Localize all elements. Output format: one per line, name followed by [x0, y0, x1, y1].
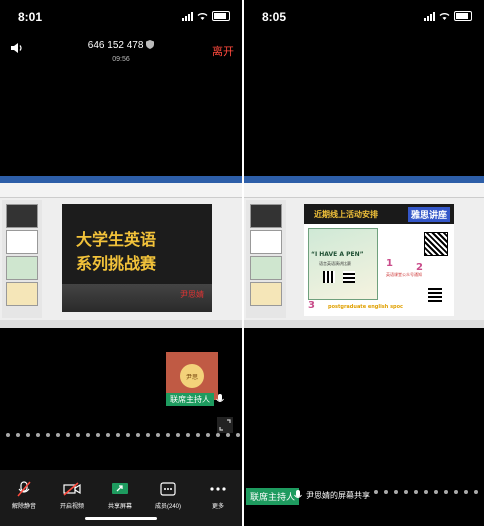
signal-icon	[182, 11, 193, 21]
wifi-icon	[439, 12, 450, 20]
slide-thumbnails	[2, 200, 42, 318]
mic-icon	[216, 394, 224, 402]
ppt-ribbon	[0, 183, 242, 198]
unmute-button[interactable]: 解除静音	[0, 480, 48, 510]
event-poster: “I HAVE A PEN” 语言英语演讲比赛	[308, 228, 378, 300]
ppt-statusbar	[244, 320, 484, 328]
fullscreen-icon[interactable]	[217, 417, 233, 433]
shared-screen: 大学生英语 系列挑战赛 尹思婧	[0, 176, 242, 328]
more-icon	[210, 487, 226, 491]
start-video-button[interactable]: 开启视频	[48, 480, 96, 510]
members-label: 成员(240)	[154, 504, 181, 510]
screen-share-label: 尹思婧的屏幕共享	[306, 491, 370, 500]
qr-note: 英语课堂公众号通知	[386, 272, 422, 277]
status-icons	[424, 11, 472, 21]
share-screen-button[interactable]: 共享屏幕	[96, 480, 144, 510]
ppt-ribbon	[244, 183, 484, 198]
status-time: 8:01	[18, 10, 43, 24]
poster-qr-1	[323, 271, 335, 283]
spoc-qr	[428, 288, 442, 302]
meeting-duration: 09:56	[112, 56, 130, 63]
thumbnail	[6, 282, 38, 306]
thumbnail	[6, 230, 38, 254]
more-label: 更多	[211, 504, 224, 510]
slide: 近期线上活动安排 雅思讲座 “I HAVE A PEN” 语言英语演讲比赛 1 …	[304, 204, 454, 316]
meeting-id-text: 646 152 478	[87, 40, 144, 51]
thumbnail	[250, 282, 282, 306]
status-time: 8:05	[262, 10, 287, 24]
page-indicator	[6, 433, 240, 437]
lecture-badge: 雅思讲座	[407, 207, 450, 222]
avatar: 尹思	[180, 364, 204, 388]
slide-thumbnails	[246, 200, 286, 318]
members-icon	[160, 482, 176, 496]
host-badge: 联席主持人	[246, 488, 300, 505]
page-indicator	[374, 490, 484, 494]
battery-icon	[454, 11, 472, 21]
thumbnail	[250, 256, 282, 280]
share-screen-icon	[112, 483, 128, 494]
thumbnail	[6, 256, 38, 280]
battery-icon	[212, 11, 230, 21]
event-title: “I HAVE A PEN”	[311, 251, 364, 258]
slide-presenter: 尹思婧	[180, 290, 204, 299]
unmute-label: 解除静音	[11, 504, 36, 510]
signal-icon	[424, 11, 435, 21]
ppt-titlebar	[244, 176, 484, 183]
wifi-icon	[197, 12, 208, 20]
mic-muted-icon	[17, 481, 31, 497]
poster-qr-2	[343, 271, 355, 283]
members-button[interactable]: 成员(240)	[144, 480, 192, 510]
shared-screen: 近期线上活动安排 雅思讲座 “I HAVE A PEN” 语言英语演讲比赛 1 …	[244, 176, 484, 328]
shield-icon	[146, 40, 155, 49]
meeting-toolbar: 解除静音 开启视频 共享屏幕 成员(240) 更多	[0, 470, 242, 526]
slide-title-line1: 大学生英语	[76, 230, 157, 249]
number-3: 3	[308, 300, 315, 311]
start-video-label: 开启视频	[59, 504, 84, 510]
number-1: 1	[386, 258, 393, 269]
status-icons	[182, 11, 230, 21]
video-off-icon	[63, 482, 81, 496]
postgrad-label: postgraduate english spoc	[328, 304, 404, 310]
right-phone-screen: 8:05 近期线上活动安排 雅思讲座 “I HAVE A PEN” 语言英语演讲…	[244, 0, 484, 526]
event-subtitle: 语言英语演讲比赛	[319, 261, 351, 266]
home-indicator	[85, 517, 157, 520]
meeting-id: 646 152 478	[0, 40, 242, 51]
leave-button[interactable]: 离开	[212, 43, 234, 59]
thumbnail	[250, 230, 282, 254]
left-phone-screen: 8:01 646 152 478 09:56 离开 大学生英语 系列挑战赛 尹思…	[0, 0, 242, 526]
qr-code	[424, 232, 448, 256]
ppt-statusbar	[0, 320, 242, 328]
slide-heading: 近期线上活动安排	[314, 209, 378, 219]
avatar-text: 尹思	[185, 373, 198, 381]
thumbnail	[250, 204, 282, 228]
thumbnail	[6, 204, 38, 228]
slide-header: 近期线上活动安排 雅思讲座	[304, 204, 454, 224]
ppt-titlebar	[0, 176, 242, 183]
mic-icon	[294, 490, 302, 498]
more-button[interactable]: 更多	[194, 480, 242, 510]
host-badge: 联席主持人	[166, 393, 214, 406]
share-screen-label: 共享屏幕	[107, 504, 132, 510]
slide-title-line2: 系列挑战赛	[76, 254, 157, 273]
slide: 大学生英语 系列挑战赛 尹思婧	[62, 204, 212, 312]
